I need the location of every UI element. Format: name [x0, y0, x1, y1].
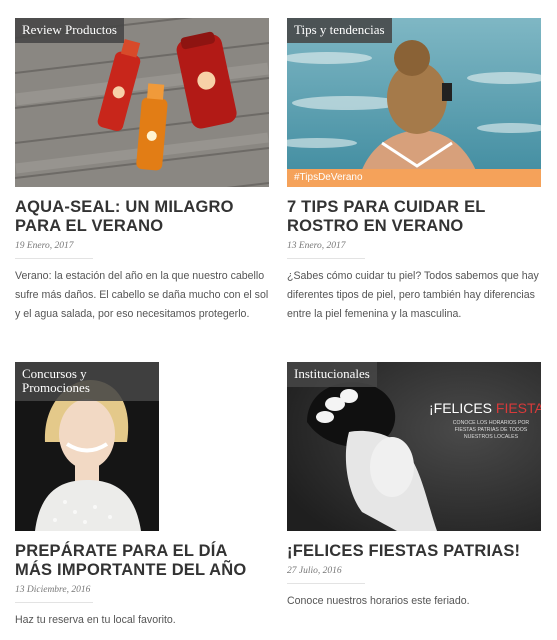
post-date: 19 Enero, 2017 — [15, 241, 74, 251]
post-excerpt: ¿Sabes cómo cuidar tu piel? Todos sabemo… — [287, 270, 539, 320]
promo-heading-accent: FIESTAS! — [495, 400, 541, 416]
divider — [287, 583, 365, 584]
post-thumbnail[interactable]: #TipsDeVerano Tips y tendencias — [287, 18, 541, 187]
category-tag[interactable]: Concursos y Promociones — [15, 362, 159, 401]
divider — [287, 258, 365, 259]
beach-woman-image — [287, 18, 541, 187]
divider — [15, 602, 93, 603]
post-date: 13 Diciembre, 2016 — [15, 585, 91, 595]
promo-heading-part: ¡FELICES — [429, 400, 496, 416]
post-card-concursos[interactable]: Concursos y Promociones PREPÁRATE PARA E… — [15, 362, 269, 632]
post-thumbnail[interactable]: ¡FELICES FIESTAS! CONOCE LOS HORARIOS PO… — [287, 362, 541, 531]
post-card-aqua-seal[interactable]: Review Productos AQUA-SEAL: UN MILAGRO P… — [15, 18, 269, 338]
post-title[interactable]: 7 TIPS PARA CUIDAR EL ROSTRO EN VERANO — [287, 198, 541, 236]
category-tag[interactable]: Review Productos — [15, 18, 124, 43]
hashtag-banner: #TipsDeVerano — [287, 169, 541, 187]
post-thumbnail[interactable]: Review Productos — [15, 18, 269, 187]
post-card-tips-verano[interactable]: #TipsDeVerano Tips y tendencias 7 TIPS P… — [287, 18, 541, 338]
divider — [15, 258, 93, 259]
post-excerpt: Conoce nuestros horarios este feriado. — [287, 595, 470, 607]
promo-subtext: CONOCE LOS HORARIOS POR FIESTAS PATRIAS … — [452, 420, 530, 440]
post-date: 27 Julio, 2016 — [287, 566, 342, 576]
post-card-fiestas-patrias[interactable]: ¡FELICES FIESTAS! CONOCE LOS HORARIOS PO… — [287, 362, 541, 632]
post-date: 13 Enero, 2017 — [287, 241, 346, 251]
post-excerpt: Verano: la estación del año en la que nu… — [15, 270, 269, 320]
category-tag[interactable]: Tips y tendencias — [287, 18, 392, 43]
post-title[interactable]: ¡FELICES FIESTAS PATRIAS! — [287, 542, 541, 561]
post-title[interactable]: PREPÁRATE PARA EL DÍA MÁS IMPORTANTE DEL… — [15, 542, 269, 580]
post-title[interactable]: AQUA-SEAL: UN MILAGRO PARA EL VERANO — [15, 198, 269, 236]
promo-heading: ¡FELICES FIESTAS! — [429, 400, 541, 416]
category-tag[interactable]: Institucionales — [287, 362, 377, 387]
post-excerpt: Haz tu reserva en tu local favorito. — [15, 614, 176, 626]
fiestas-promo-image — [287, 362, 541, 531]
post-thumbnail[interactable]: Concursos y Promociones — [15, 362, 159, 531]
kerastase-products-image — [15, 18, 269, 187]
